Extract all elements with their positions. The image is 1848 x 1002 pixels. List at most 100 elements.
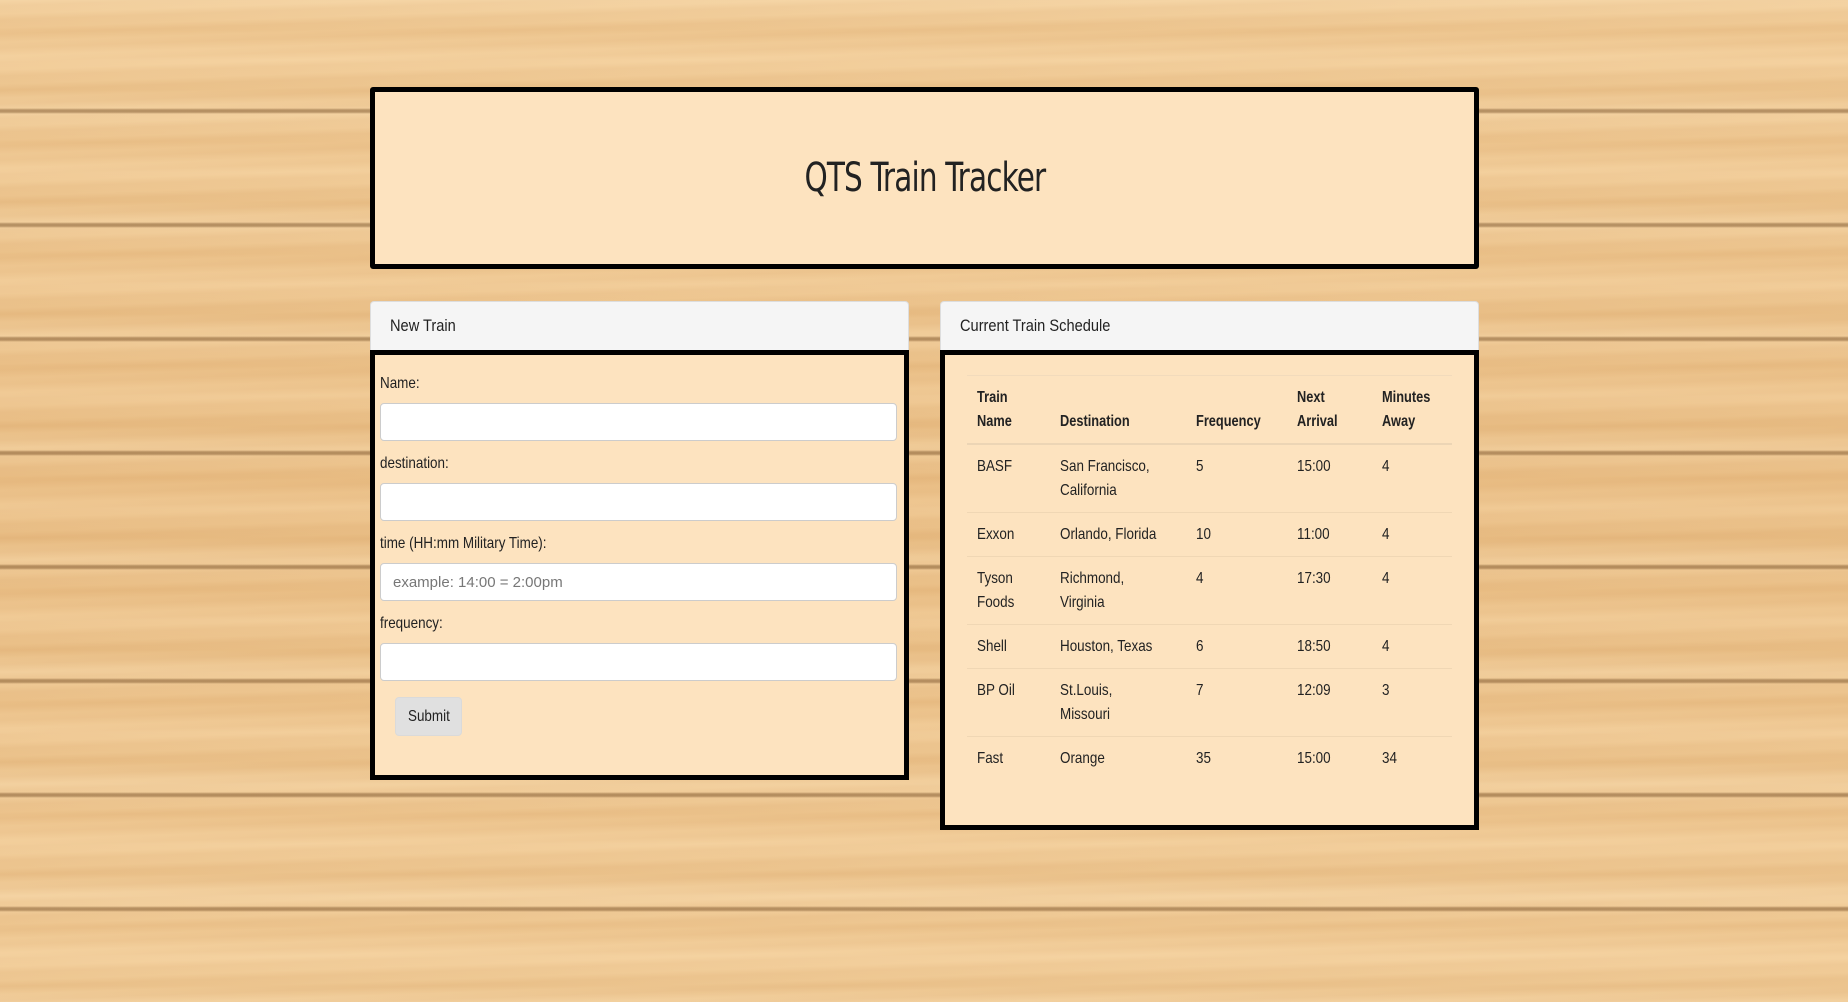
frequency-form-group: frequency: bbox=[380, 615, 899, 681]
cell-text: St.Louis, Missouri bbox=[1059, 682, 1113, 723]
frequency-cell: 35 bbox=[1185, 736, 1288, 780]
next-arrival-cell: 15:00 bbox=[1287, 443, 1372, 513]
next-arrival-cell: 18:50 bbox=[1287, 624, 1372, 669]
cell-text: 7 bbox=[1195, 682, 1204, 699]
destination-cell: Houston, Texas bbox=[1049, 624, 1186, 669]
cell-text: 4 bbox=[1381, 526, 1390, 543]
column-header-text: Train Name bbox=[977, 389, 1012, 430]
cell-text: BP Oil bbox=[977, 682, 1015, 699]
column-header-minutes-away: Minutes Away bbox=[1371, 375, 1452, 445]
minutes-away-cell: 4 bbox=[1371, 512, 1452, 557]
destination-input[interactable] bbox=[380, 483, 897, 521]
time-label: time (HH:mm Military Time): bbox=[380, 535, 899, 553]
destination-label-text: destination: bbox=[380, 455, 449, 472]
frequency-cell: 5 bbox=[1185, 443, 1288, 513]
new-train-heading-text: New Train bbox=[390, 316, 456, 335]
cell-text: Tyson Foods bbox=[977, 570, 1015, 611]
next-arrival-cell: 12:09 bbox=[1287, 668, 1372, 737]
train-name-cell: Fast bbox=[967, 736, 1050, 780]
table-row: Tyson Foods Richmond, Virginia 4 17:30 4 bbox=[967, 556, 1452, 625]
name-input[interactable] bbox=[380, 403, 897, 441]
cell-text: 4 bbox=[1381, 638, 1390, 655]
minutes-away-cell: 4 bbox=[1371, 624, 1452, 669]
new-train-panel: New Train Name: destination: time (HH:mm… bbox=[370, 301, 909, 780]
frequency-cell: 6 bbox=[1185, 624, 1288, 669]
frequency-label: frequency: bbox=[380, 615, 899, 633]
column-header-train-name: Train Name bbox=[967, 375, 1050, 445]
next-arrival-cell: 11:00 bbox=[1287, 512, 1372, 557]
time-input[interactable] bbox=[380, 563, 897, 601]
cell-text: 34 bbox=[1381, 750, 1397, 767]
train-name-cell: Tyson Foods bbox=[967, 556, 1050, 625]
main-container: QTS Train Tracker New Train Name: destin… bbox=[370, 87, 1479, 841]
table-row: Exxon Orlando, Florida 10 11:00 4 bbox=[967, 512, 1452, 557]
name-form-group: Name: bbox=[380, 375, 899, 441]
destination-cell: St.Louis, Missouri bbox=[1049, 668, 1186, 737]
schedule-heading-text: Current Train Schedule bbox=[960, 316, 1111, 335]
cell-text: Houston, Texas bbox=[1059, 638, 1153, 655]
destination-cell: San Francisco, California bbox=[1049, 443, 1186, 513]
column-header-frequency: Frequency bbox=[1185, 375, 1288, 445]
new-train-form: Name: destination: time (HH:mm Military … bbox=[370, 350, 909, 780]
schedule-table-head: Train Name Destination Frequency Next Ar… bbox=[967, 375, 1452, 445]
table-row: BP Oil St.Louis, Missouri 7 12:09 3 bbox=[967, 668, 1452, 737]
schedule-panel: Current Train Schedule Train Name Destin… bbox=[940, 301, 1479, 830]
page-body: { "header": { "title": "QTS Train Tracke… bbox=[0, 0, 1848, 1002]
next-arrival-cell: 15:00 bbox=[1287, 736, 1372, 780]
cell-text: San Francisco, California bbox=[1059, 458, 1150, 499]
minutes-away-cell: 4 bbox=[1371, 443, 1452, 513]
cell-text: Shell bbox=[977, 638, 1007, 655]
schedule-header-row: Train Name Destination Frequency Next Ar… bbox=[967, 375, 1452, 445]
cell-text: 15:00 bbox=[1297, 750, 1332, 767]
destination-label: destination: bbox=[380, 455, 899, 473]
cell-text: Exxon bbox=[977, 526, 1015, 543]
cell-text: Richmond, Virginia bbox=[1059, 570, 1125, 611]
destination-cell: Richmond, Virginia bbox=[1049, 556, 1186, 625]
table-row: Fast Orange 35 15:00 34 bbox=[967, 736, 1452, 780]
submit-button-label: Submit bbox=[407, 707, 450, 725]
cell-text: 15:00 bbox=[1297, 458, 1332, 475]
frequency-cell: 4 bbox=[1185, 556, 1288, 625]
cell-text: 17:30 bbox=[1297, 570, 1332, 587]
new-train-panel-heading: New Train bbox=[370, 301, 909, 350]
cell-text: 12:09 bbox=[1297, 682, 1332, 699]
header-jumbotron: QTS Train Tracker bbox=[370, 87, 1479, 269]
cell-text: Fast bbox=[977, 750, 1004, 767]
cell-text: 10 bbox=[1195, 526, 1211, 543]
cell-text: 4 bbox=[1381, 570, 1390, 587]
next-arrival-cell: 17:30 bbox=[1287, 556, 1372, 625]
destination-form-group: destination: bbox=[380, 455, 899, 521]
time-label-text: time (HH:mm Military Time): bbox=[380, 535, 547, 552]
cell-text: 3 bbox=[1381, 682, 1390, 699]
content-row: New Train Name: destination: time (HH:mm… bbox=[370, 301, 1479, 841]
schedule-panel-heading: Current Train Schedule bbox=[940, 301, 1479, 350]
column-header-text: Next Arrival bbox=[1297, 389, 1339, 430]
destination-cell: Orange bbox=[1049, 736, 1186, 780]
cell-text: Orlando, Florida bbox=[1059, 526, 1157, 543]
frequency-cell: 10 bbox=[1185, 512, 1288, 557]
column-header-text: Destination bbox=[1059, 413, 1130, 430]
cell-text: BASF bbox=[977, 458, 1013, 475]
column-header-text: Frequency bbox=[1195, 413, 1261, 430]
frequency-input[interactable] bbox=[380, 643, 897, 681]
schedule-panel-body: Train Name Destination Frequency Next Ar… bbox=[940, 350, 1479, 830]
cell-text: 4 bbox=[1195, 570, 1204, 587]
cell-text: 35 bbox=[1195, 750, 1211, 767]
cell-text: 6 bbox=[1195, 638, 1204, 655]
train-name-cell: Shell bbox=[967, 624, 1050, 669]
cell-text: 11:00 bbox=[1297, 526, 1331, 543]
schedule-table: Train Name Destination Frequency Next Ar… bbox=[967, 375, 1452, 780]
time-form-group: time (HH:mm Military Time): bbox=[380, 535, 899, 601]
train-name-cell: BP Oil bbox=[967, 668, 1050, 737]
schedule-table-body: BASF San Francisco, California 5 15:00 4… bbox=[967, 443, 1452, 780]
name-label: Name: bbox=[380, 375, 899, 393]
cell-text: Orange bbox=[1059, 750, 1105, 767]
frequency-cell: 7 bbox=[1185, 668, 1288, 737]
cell-text: 18:50 bbox=[1297, 638, 1332, 655]
column-header-text: Minutes Away bbox=[1381, 389, 1430, 430]
train-name-cell: BASF bbox=[967, 443, 1050, 513]
submit-button[interactable]: Submit bbox=[395, 697, 462, 736]
destination-cell: Orlando, Florida bbox=[1049, 512, 1186, 557]
name-label-text: Name: bbox=[380, 375, 420, 392]
page-title: QTS Train Tracker bbox=[804, 155, 1046, 201]
